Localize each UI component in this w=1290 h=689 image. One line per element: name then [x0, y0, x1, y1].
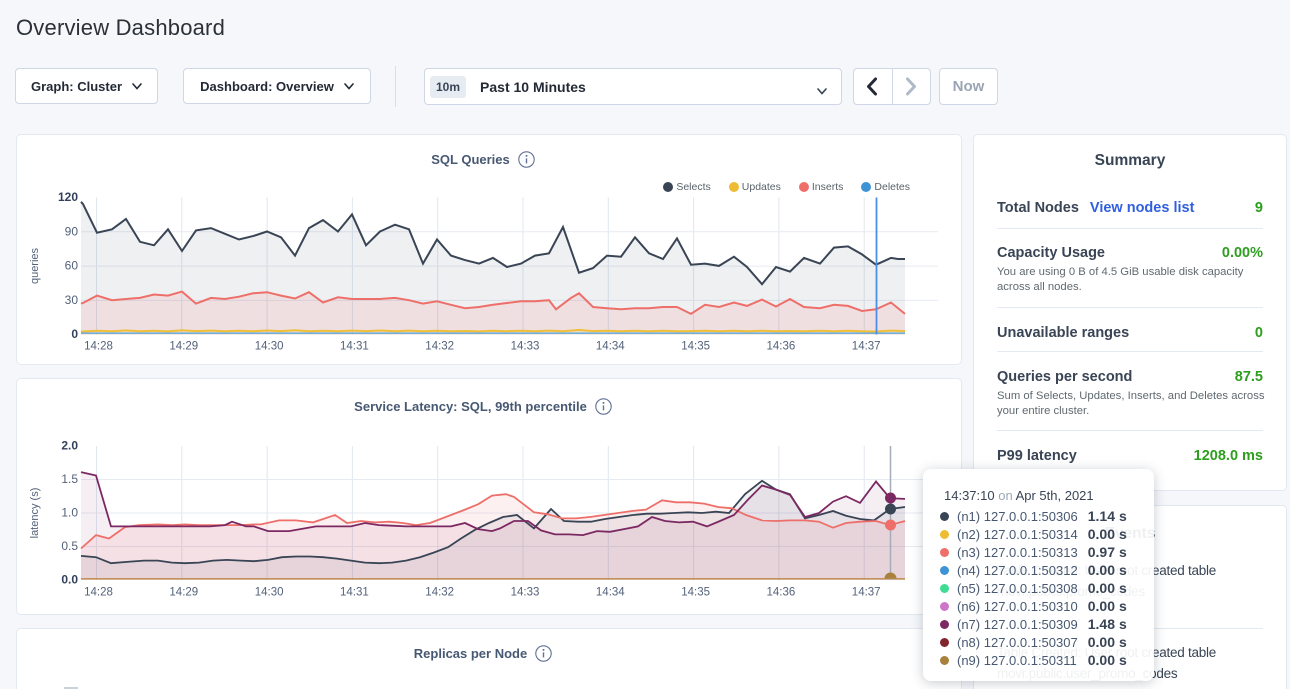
svg-text:14:34: 14:34 — [596, 587, 625, 599]
svg-text:14:31: 14:31 — [340, 341, 369, 353]
svg-text:60: 60 — [65, 259, 79, 273]
svg-text:2.0: 2.0 — [61, 439, 78, 453]
svg-text:120: 120 — [58, 190, 78, 204]
svg-text:14:35: 14:35 — [681, 587, 710, 599]
svg-text:queries: queries — [29, 247, 41, 284]
svg-text:14:33: 14:33 — [511, 341, 540, 353]
svg-text:30: 30 — [65, 293, 79, 307]
svg-text:14:32: 14:32 — [425, 341, 454, 353]
svg-text:14:36: 14:36 — [767, 587, 796, 599]
svg-text:0.0: 0.0 — [61, 573, 78, 587]
svg-text:1.0: 1.0 — [61, 506, 78, 520]
svg-text:14:29: 14:29 — [169, 587, 198, 599]
svg-text:14:29: 14:29 — [169, 341, 198, 353]
svg-text:14:37: 14:37 — [852, 587, 881, 599]
svg-text:14:35: 14:35 — [681, 341, 710, 353]
svg-text:14:28: 14:28 — [84, 587, 113, 599]
svg-text:14:36: 14:36 — [767, 341, 796, 353]
svg-text:0.5: 0.5 — [61, 539, 78, 553]
svg-text:14:30: 14:30 — [255, 341, 284, 353]
svg-text:90: 90 — [65, 224, 79, 238]
svg-text:14:30: 14:30 — [255, 587, 284, 599]
svg-text:14:37: 14:37 — [852, 341, 881, 353]
svg-text:14:33: 14:33 — [511, 587, 540, 599]
svg-text:14:28: 14:28 — [84, 341, 113, 353]
svg-text:latency (s): latency (s) — [29, 488, 41, 539]
svg-text:14:31: 14:31 — [340, 587, 369, 599]
svg-text:0: 0 — [71, 327, 78, 341]
svg-text:14:32: 14:32 — [425, 587, 454, 599]
svg-text:1.5: 1.5 — [61, 472, 78, 486]
svg-text:14:34: 14:34 — [596, 341, 625, 353]
